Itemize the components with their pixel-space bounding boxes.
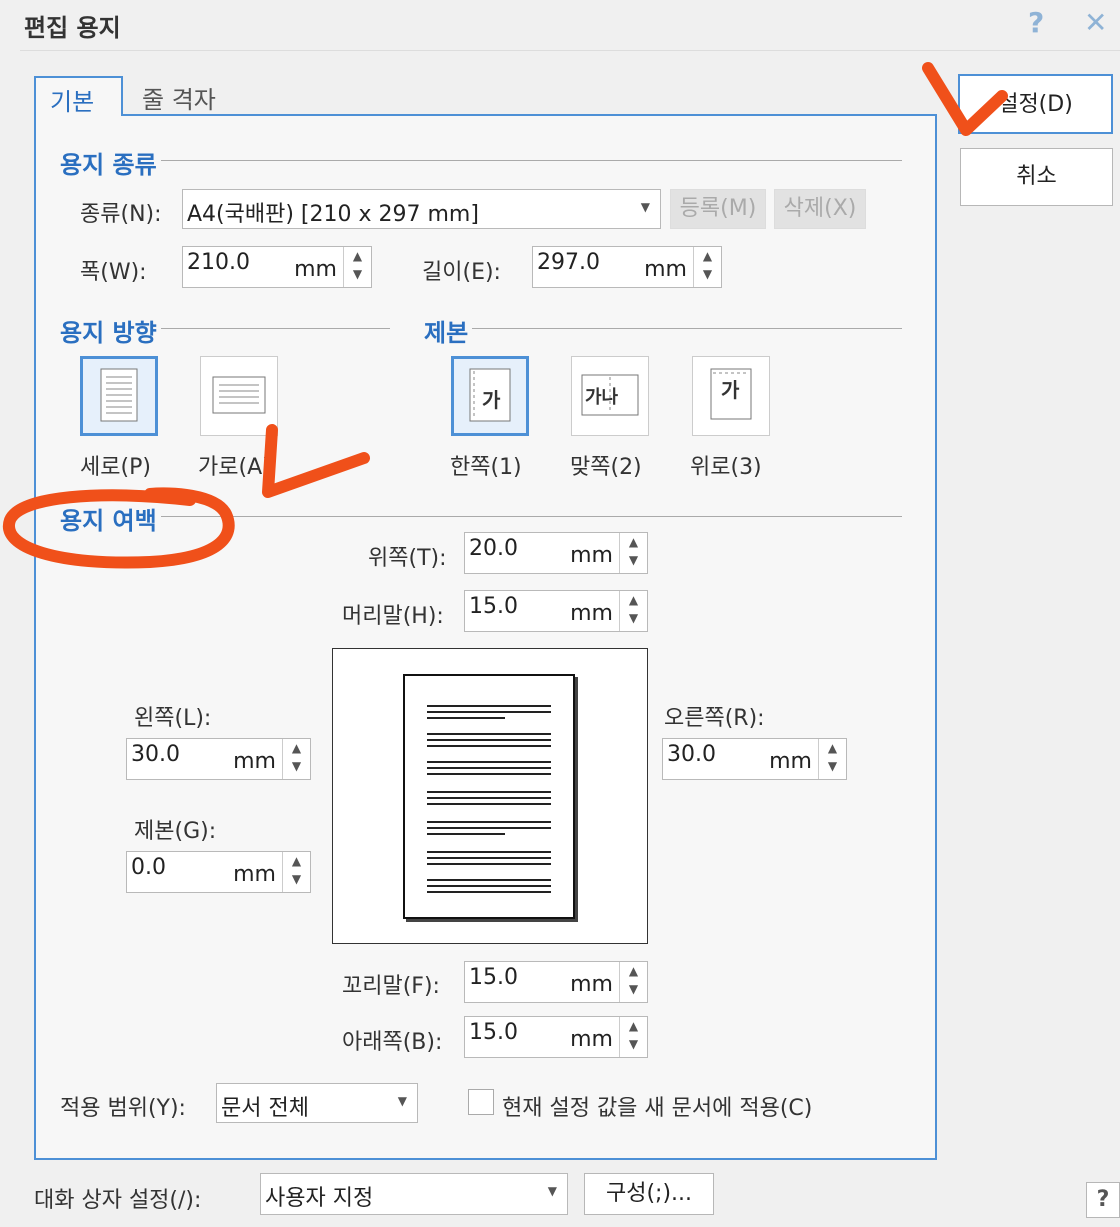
annotation-checkmark-ok — [922, 62, 1008, 136]
tab-basic[interactable]: 기본 — [34, 76, 123, 116]
annotation-overlay — [3, 62, 1008, 569]
annotation-checkmark-landscape — [262, 424, 370, 498]
annotation-circle-margins — [3, 487, 235, 569]
